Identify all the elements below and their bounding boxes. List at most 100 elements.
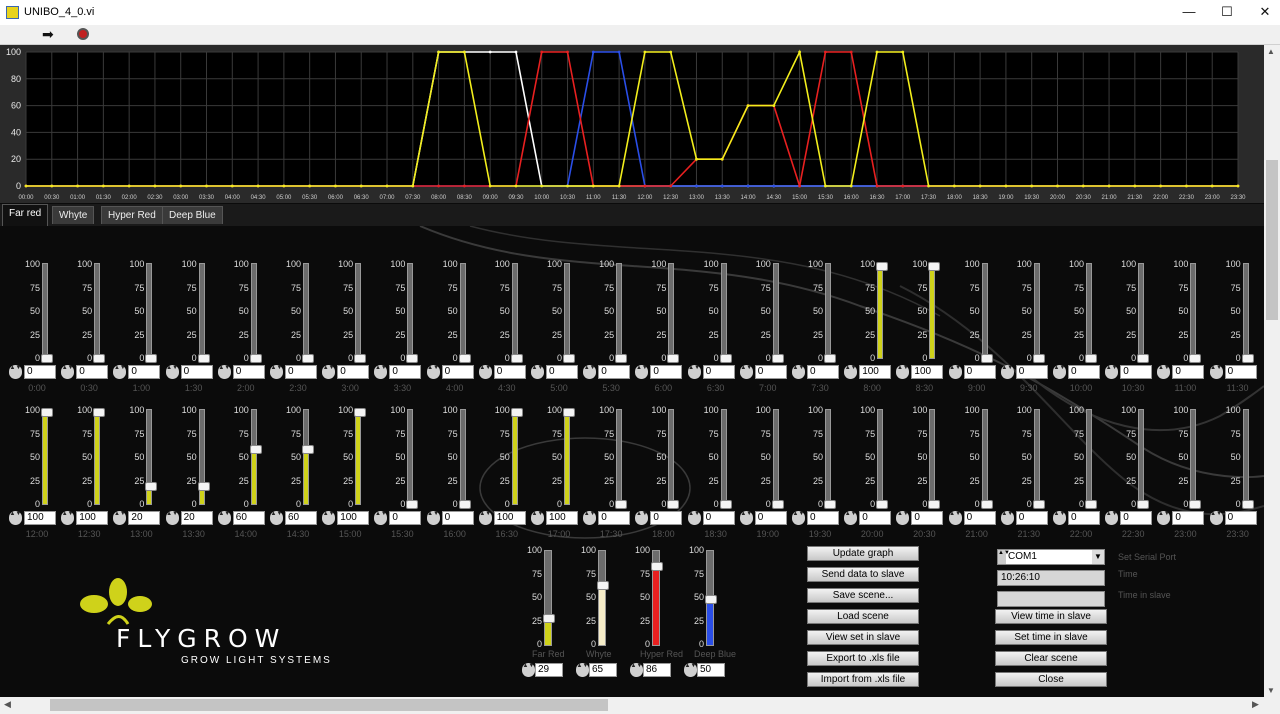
slider-value-input[interactable]: 0 [285, 365, 317, 379]
channel-thumb[interactable] [705, 595, 717, 604]
slider-value-input[interactable]: 0 [859, 511, 892, 525]
slider-track[interactable] [1138, 409, 1145, 505]
slider-value-input[interactable]: 0 [1120, 365, 1153, 379]
time-slider[interactable]: 100 75 50 25 0 ▲▼ 0 0:30 [61, 259, 118, 399]
time-slider[interactable]: 100 75 50 25 0 ▲▼ 0 10:30 [1105, 259, 1162, 399]
slider-thumb[interactable] [563, 354, 575, 363]
slider-track[interactable] [1138, 263, 1145, 359]
slider-thumb[interactable] [667, 500, 680, 509]
scroll-right-icon[interactable]: ▶ [1252, 699, 1259, 710]
time-slider[interactable]: 100 75 50 25 0 ▲▼ 0 6:00 [635, 259, 692, 399]
slider-thumb[interactable] [41, 354, 53, 363]
slider-value-input[interactable]: 0 [963, 365, 996, 379]
horizontal-scroll-thumb[interactable] [50, 699, 608, 711]
time-slider[interactable]: 100 75 50 25 0 ▲▼ 0 21:00 [948, 405, 1006, 545]
time-slider[interactable]: 100 75 50 25 0 ▲▼ 0 11:30 [1209, 259, 1264, 399]
spin-arrows-icon[interactable]: ▲▼ [948, 511, 962, 525]
time-slider[interactable]: 100 75 50 25 0 ▲▼ 100 12:00 [9, 405, 66, 545]
slider-thumb[interactable] [980, 500, 993, 509]
slider-track[interactable] [720, 409, 727, 505]
time-slider[interactable]: 100 75 50 25 0 ▲▼ 60 14:30 [270, 405, 327, 545]
time-slider[interactable]: 100 75 50 25 0 ▲▼ 0 7:30 [792, 259, 849, 399]
time-slider[interactable]: 100 75 50 25 0 ▲▼ 0 1:00 [113, 259, 170, 399]
slider-track[interactable] [825, 409, 831, 505]
slider-thumb[interactable] [41, 408, 53, 417]
slider-value-input[interactable]: 20 [128, 511, 161, 525]
spin-arrows-icon[interactable]: ▲▼ [113, 511, 127, 525]
slider-value-input[interactable]: 100 [546, 511, 578, 525]
slider-track[interactable] [1033, 263, 1040, 359]
serial-port-select[interactable]: ▲▼ COM1 ▼ [997, 549, 1105, 565]
time-slider[interactable]: 100 75 50 25 0 ▲▼ 0 2:00 [217, 259, 275, 399]
time-slider[interactable]: 100 75 50 25 0 ▲▼ 0 16:00 [426, 405, 484, 545]
channel-slider-hyper-red[interactable]: 100 75 50 25 0 Hyper Red ▲▼ 86 [630, 545, 683, 685]
slider-value-input[interactable]: 0 [441, 511, 474, 525]
spin-arrows-icon[interactable]: ▲▼ [478, 511, 492, 525]
spin-arrows-icon[interactable]: ▲▼ [792, 365, 805, 379]
slider-track[interactable] [1242, 409, 1249, 505]
slider-track[interactable] [303, 409, 309, 505]
time-slider[interactable]: 100 75 50 25 0 ▲▼ 0 17:30 [583, 405, 640, 545]
spin-arrows-icon[interactable]: ▲▼ [1157, 365, 1171, 379]
slider-track[interactable] [459, 409, 466, 505]
slider-track[interactable] [1086, 409, 1092, 505]
spin-arrows-icon[interactable]: ▲▼ [531, 511, 544, 525]
slider-value-input[interactable]: 0 [598, 365, 631, 379]
set-time-in-slave-button[interactable]: Set time in slave [995, 630, 1107, 645]
send-data-to-slave-button[interactable]: Send data to slave [807, 567, 919, 582]
slider-value-input[interactable]: 0 [807, 511, 839, 525]
channel-slider-deep-blue[interactable]: 100 75 50 25 0 Deep Blue ▲▼ 50 [684, 545, 736, 685]
slider-value-input[interactable]: 0 [963, 511, 996, 525]
slider-value-input[interactable]: 0 [702, 511, 735, 525]
time-slider[interactable]: 100 75 50 25 0 ▲▼ 100 8:30 [896, 259, 953, 399]
slider-value-input[interactable]: 0 [702, 365, 735, 379]
time-slider[interactable]: 100 75 50 25 0 ▲▼ 0 6:30 [687, 259, 745, 399]
time-slider[interactable]: 100 75 50 25 0 ▲▼ 0 18:30 [687, 405, 745, 545]
slider-value-input[interactable]: 100 [337, 511, 370, 525]
spin-arrows-icon[interactable]: ▲▼ [844, 365, 858, 379]
scroll-down-icon[interactable]: ▼ [1267, 686, 1275, 695]
time-slider[interactable]: 100 75 50 25 0 ▲▼ 0 19:30 [792, 405, 849, 545]
scroll-up-icon[interactable]: ▲ [1267, 47, 1275, 56]
spin-arrows-icon[interactable]: ▲▼ [635, 511, 649, 525]
slider-track[interactable] [981, 263, 988, 359]
horizontal-scrollbar[interactable]: ◀ ▶ [0, 697, 1280, 714]
slider-value-input[interactable]: 0 [389, 511, 422, 525]
slider-thumb[interactable] [980, 354, 993, 363]
time-slider[interactable]: 100 75 50 25 0 ▲▼ 0 21:30 [1000, 405, 1058, 545]
slider-value-input[interactable]: 0 [337, 365, 370, 379]
slider-thumb[interactable] [667, 354, 680, 363]
slider-track[interactable] [146, 409, 153, 505]
abort-stop-icon[interactable] [77, 28, 89, 40]
slider-thumb[interactable] [615, 354, 628, 363]
spin-arrows-icon[interactable]: ▲▼ [322, 511, 336, 525]
spin-arrows-icon[interactable]: ▲▼ [1053, 365, 1066, 379]
slider-track[interactable] [616, 263, 623, 359]
tab-hyper-red[interactable]: Hyper Red [101, 206, 163, 224]
slider-thumb[interactable] [145, 354, 158, 363]
time-slider[interactable]: 100 75 50 25 0 ▲▼ 0 15:30 [374, 405, 431, 545]
time-slider[interactable]: 100 75 50 25 0 ▲▼ 100 17:00 [531, 405, 588, 545]
slider-thumb[interactable] [876, 262, 889, 271]
view-set-in-slave-button[interactable]: View set in slave [807, 630, 919, 645]
slider-track[interactable] [250, 263, 257, 359]
spin-arrows-icon[interactable]: ▲▼ [165, 365, 179, 379]
slider-thumb[interactable] [1189, 354, 1202, 363]
close-button[interactable]: Close [995, 672, 1107, 687]
time-slider[interactable]: 100 75 50 25 0 ▲▼ 0 5:00 [531, 259, 588, 399]
slider-thumb[interactable] [1032, 354, 1045, 363]
slider-thumb[interactable] [354, 354, 367, 363]
slider-value-input[interactable]: 0 [441, 365, 474, 379]
spin-arrows-icon[interactable]: ▲▼ [948, 365, 962, 379]
time-slider[interactable]: 100 75 50 25 0 ▲▼ 20 13:00 [113, 405, 170, 545]
slider-value-input[interactable]: 0 [911, 511, 944, 525]
slider-thumb[interactable] [302, 444, 314, 454]
slider-track[interactable] [355, 409, 362, 505]
slider-track[interactable] [877, 263, 884, 359]
spin-arrows-icon[interactable]: ▲▼ [61, 365, 75, 379]
spin-arrows-icon[interactable]: ▲▼ [374, 365, 388, 379]
slider-track[interactable] [42, 409, 48, 505]
slider-track[interactable] [407, 409, 414, 505]
spin-arrows-icon[interactable]: ▲▼ [217, 365, 231, 379]
slider-value-input[interactable]: 0 [650, 511, 683, 525]
